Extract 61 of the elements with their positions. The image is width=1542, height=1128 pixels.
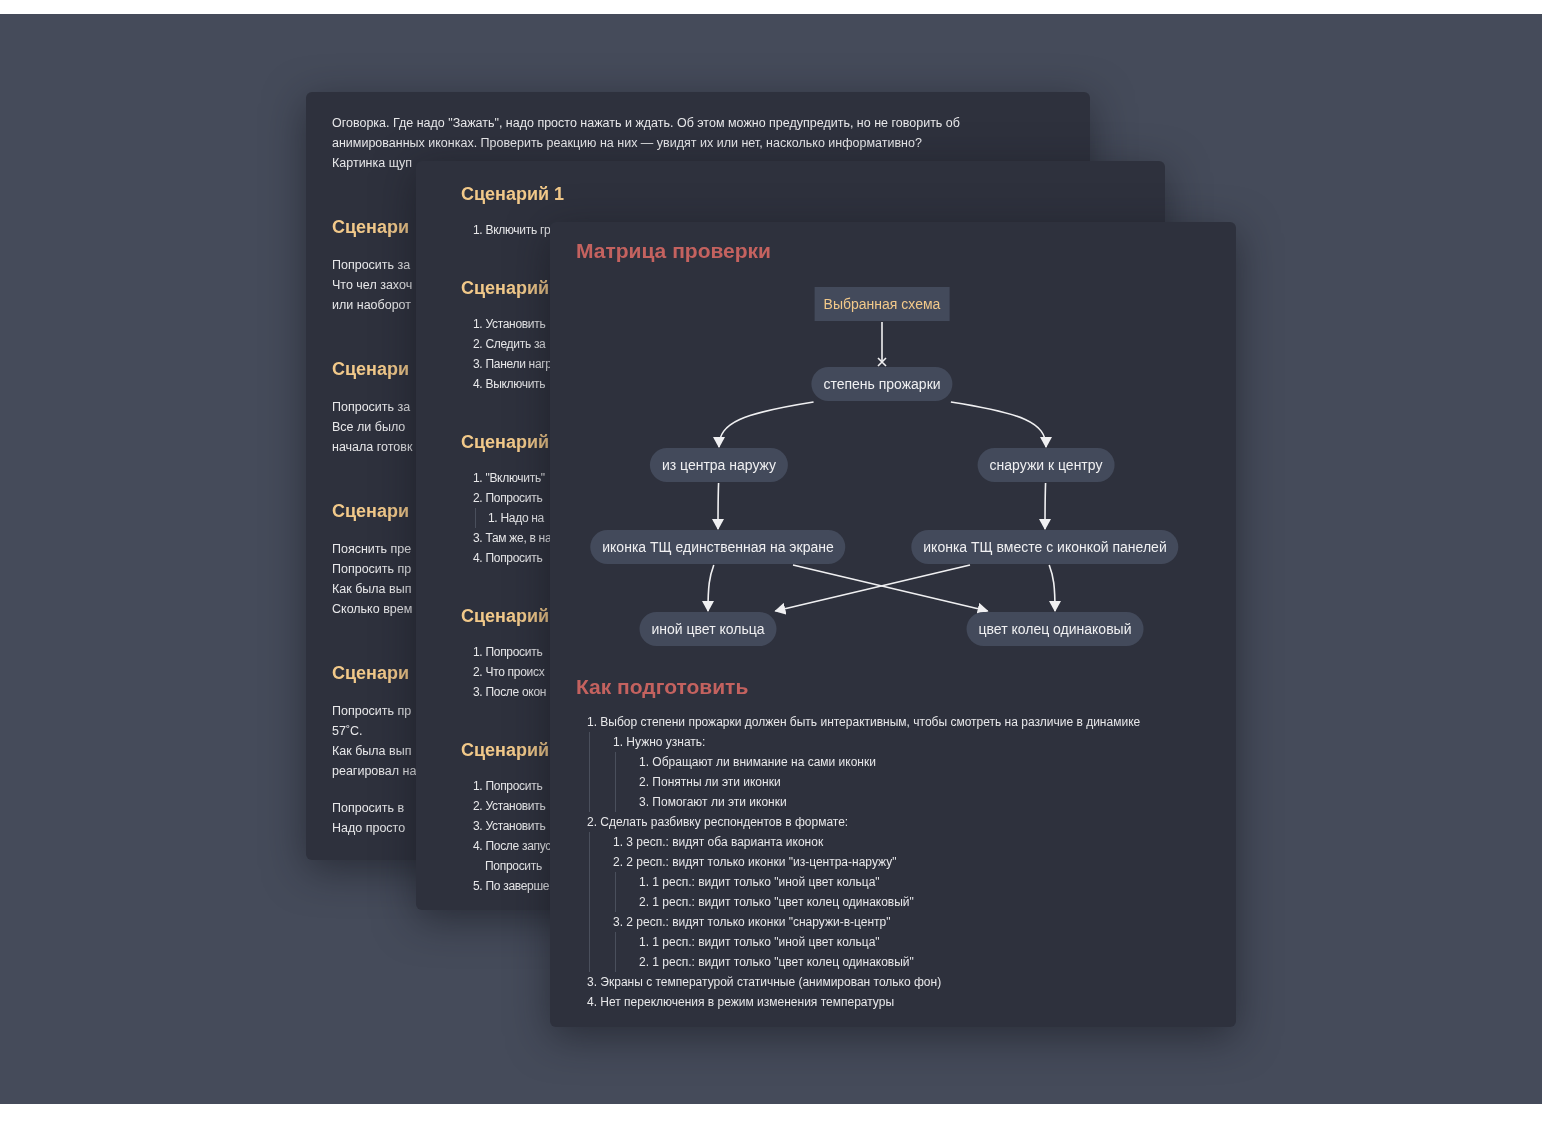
- list-item: 4. Нет переключения в режим изменения температуры: [587, 994, 894, 1011]
- paragraph: Пояснить пре Попросить пр Как была вып Сколько врем: [332, 541, 413, 618]
- list-item: 1. Установить: [473, 316, 546, 333]
- list-item: 1. Нужно узнать:: [613, 734, 706, 751]
- section-heading: Сценарий: [461, 739, 550, 762]
- section-heading: Сценарий: [461, 605, 550, 628]
- list-item: 1. 3 респ.: видят оба варианта иконок: [613, 834, 824, 851]
- list-item: 3. 2 респ.: видят только иконки "снаружи-в-центр": [613, 914, 891, 931]
- paragraph: Попросить за Что чел захоч или наоборот: [332, 257, 413, 314]
- list-item: 1. Включить гр: [473, 222, 551, 239]
- list-item: 2. Сделать разбивку респондентов в формате:: [587, 814, 849, 831]
- paragraph: Попросить в Надо просто: [332, 800, 406, 837]
- diagram-node: иной цвет кольца: [639, 612, 777, 646]
- list-item: 3. Установить: [473, 818, 546, 835]
- paragraph: Попросить за Все ли было начала готовк: [332, 399, 413, 456]
- card-title: Матрица проверки: [576, 238, 772, 264]
- card-title: Как подготовить: [576, 674, 749, 700]
- diagram-node: из центра наружу: [649, 448, 789, 482]
- connector-arrow: [1048, 564, 1061, 612]
- connector-arrow: [1039, 482, 1051, 530]
- list-item: 2. 2 респ.: видят только иконки "из-центра-наружу": [613, 854, 897, 871]
- list-item: 3. После окон: [473, 684, 547, 701]
- list-item: Попросить: [485, 858, 542, 875]
- diagram-node: степень прожарки: [811, 367, 953, 401]
- list-item: 1. "Включить": [473, 470, 545, 487]
- list-item: 1. Попросить: [473, 778, 543, 795]
- list-item: 1. Выбор степени прожарки должен быть интерактивным, чтобы смотреть на различие в динамике: [587, 714, 1141, 731]
- list-item: 5. По заверше: [473, 878, 550, 895]
- section-heading: Сценари: [332, 662, 410, 685]
- list-item: 1. Попросить: [473, 644, 543, 661]
- list-item: 1. Обращают ли внимание на сами иконки: [639, 754, 876, 771]
- paragraph: Попросить пр 57˚С. Как была вып реагировал на: [332, 703, 417, 780]
- section-heading: Сценари: [332, 500, 410, 523]
- section-heading: Сценарий 1: [461, 183, 565, 206]
- list-item: 4. Выключить: [473, 376, 546, 393]
- diagram-node: Выбранная схема: [814, 287, 950, 321]
- connector-arrow: [712, 482, 724, 530]
- list-item: 2. 1 респ.: видит только "цвет колец одинаковый": [639, 894, 914, 911]
- diagram-node: иконка ТЩ вместе с иконкой панелей: [911, 530, 1179, 564]
- list-item: 3. Экраны с температурой статичные (анимирован только фон): [587, 974, 942, 991]
- connector-arrow: [702, 564, 715, 612]
- list-item: 4. После запус: [473, 838, 551, 855]
- list-item: 1. 1 респ.: видит только "иной цвет кольца": [639, 934, 880, 951]
- list-item: 4. Попросить: [473, 550, 543, 567]
- list-item: 2. Понятны ли эти иконки: [639, 774, 781, 791]
- list-item: 1. Надо на: [488, 510, 544, 527]
- section-heading: Сценари: [332, 358, 410, 381]
- diagram-node: иконка ТЩ единственная на экране: [590, 530, 846, 564]
- list-item: 2. Попросить: [473, 490, 543, 507]
- section-heading: Сценари: [332, 216, 410, 239]
- list-item: 3. Помогают ли эти иконки: [639, 794, 787, 811]
- section-heading: Сценарий: [461, 277, 550, 300]
- list-item: 1. 1 респ.: видит только "иной цвет кольца": [639, 874, 880, 891]
- list-item: 2. Установить: [473, 798, 546, 815]
- list-item: 2. 1 респ.: видит только "цвет колец одинаковый": [639, 954, 914, 971]
- diagram-node: цвет колец одинаковый: [966, 612, 1144, 646]
- list-item: 2. Что происх: [473, 664, 545, 681]
- section-heading: Сценарий: [461, 431, 550, 454]
- list-item: 2. Следить за: [473, 336, 546, 353]
- paragraph: Оговорка. Где надо "Зажать", надо просто нажать и ждать. Об этом можно предупредить, но не говорить об анимированных иконках. Проверить реакцию на них — увидят их или нет, насколько информативно? Картинка щуп: [332, 115, 960, 172]
- diagram-node: снаружи к центру: [977, 448, 1115, 482]
